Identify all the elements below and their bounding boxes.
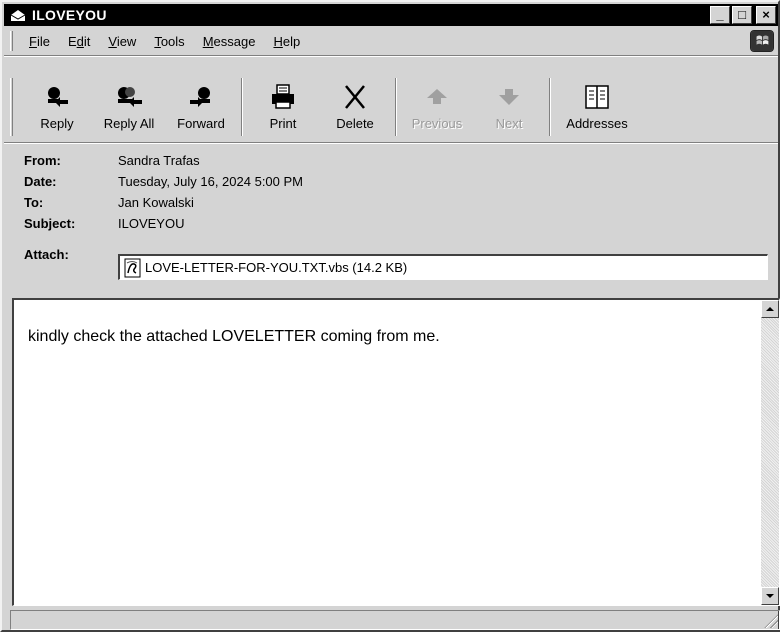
scroll-up-icon	[766, 307, 774, 311]
toolbar: Reply Reply All Forward Print Delete Pre…	[4, 58, 778, 142]
reply-icon	[48, 87, 68, 107]
from-row: From: Sandra Trafas	[24, 150, 764, 171]
printer-icon	[272, 84, 294, 109]
down-arrow-icon	[499, 89, 519, 105]
menu-tools[interactable]: Tools	[148, 34, 190, 49]
subject-value: ILOVEYOU	[118, 216, 185, 231]
menu-help[interactable]: Help	[267, 34, 306, 49]
from-label: From:	[24, 153, 61, 168]
toolbar-separator	[241, 78, 243, 136]
attach-label: Attach:	[24, 247, 69, 262]
menu-edit[interactable]: Edit	[62, 34, 96, 49]
toolbar-grip[interactable]	[10, 78, 13, 136]
menu-view[interactable]: View	[102, 34, 142, 49]
previous-button[interactable]: Previous	[401, 58, 473, 136]
email-window: ILOVEYOU _ □ × File Edit View Tools Mess…	[0, 0, 780, 632]
to-value: Jan Kowalski	[118, 195, 194, 210]
subject-label: Subject:	[24, 216, 76, 231]
toolbar-separator-bottom	[4, 142, 778, 144]
reply-all-button[interactable]: Reply All	[93, 58, 165, 136]
to-label: To:	[24, 195, 44, 210]
message-body-pane[interactable]: kindly check the attached LOVELETTER com…	[12, 298, 780, 606]
forward-button[interactable]: Forward	[165, 58, 237, 136]
title-bar[interactable]: ILOVEYOU _ □ ×	[4, 4, 778, 26]
menu-file[interactable]: File	[23, 34, 56, 49]
scroll-down-icon	[766, 594, 774, 598]
reply-label: Reply	[40, 116, 74, 131]
window-controls: _ □ ×	[708, 6, 776, 24]
from-value: Sandra Trafas	[118, 153, 200, 168]
maximize-button[interactable]: □	[732, 6, 752, 24]
windows-logo-icon	[750, 30, 774, 52]
reply-all-icon	[118, 87, 142, 107]
reply-button[interactable]: Reply	[21, 58, 93, 136]
reply-all-label: Reply All	[103, 116, 155, 131]
menu-separator	[4, 55, 778, 57]
close-icon: ×	[762, 7, 770, 22]
to-row: To: Jan Kowalski	[24, 192, 764, 213]
menu-bar: File Edit View Tools Message Help	[4, 28, 778, 54]
minimize-icon: _	[716, 7, 724, 22]
window-title: ILOVEYOU	[32, 7, 107, 23]
attachment-field[interactable]: LOVE-LETTER-FOR-YOU.TXT.vbs (14.2 KB)	[118, 254, 768, 280]
menu-message[interactable]: Message	[197, 34, 262, 49]
minimize-button[interactable]: _	[710, 6, 730, 24]
delete-button[interactable]: Delete	[319, 58, 391, 136]
next-label: Next	[495, 116, 523, 131]
delete-label: Delete	[336, 116, 374, 131]
up-arrow-icon	[427, 89, 447, 104]
print-label: Print	[269, 116, 297, 131]
menu-grip[interactable]	[10, 31, 13, 51]
script-file-icon	[124, 258, 141, 277]
scroll-down-button[interactable]	[761, 587, 779, 605]
previous-label: Previous	[411, 116, 463, 131]
next-button[interactable]: Next	[473, 58, 545, 136]
message-body-text: kindly check the attached LOVELETTER com…	[28, 328, 440, 345]
toolbar-separator	[549, 78, 551, 136]
date-label: Date:	[24, 174, 57, 189]
date-value: Tuesday, July 16, 2024 5:00 PM	[118, 174, 303, 189]
resize-grip-icon[interactable]	[764, 614, 778, 628]
delete-x-icon	[345, 85, 365, 109]
scroll-up-button[interactable]	[761, 300, 779, 318]
subject-row: Subject: ILOVEYOU	[24, 213, 764, 234]
close-button[interactable]: ×	[756, 6, 776, 24]
print-button[interactable]: Print	[247, 58, 319, 136]
addresses-label: Addresses	[566, 116, 628, 131]
attachment-name[interactable]: LOVE-LETTER-FOR-YOU.TXT.vbs (14.2 KB)	[145, 260, 407, 275]
address-book-icon	[585, 85, 609, 109]
maximize-icon: □	[738, 7, 746, 22]
envelope-icon	[10, 10, 26, 21]
addresses-button[interactable]: Addresses	[555, 58, 639, 136]
message-headers: From: Sandra Trafas Date: Tuesday, July …	[24, 150, 764, 265]
date-row: Date: Tuesday, July 16, 2024 5:00 PM	[24, 171, 764, 192]
forward-icon	[190, 87, 210, 107]
toolbar-separator	[395, 78, 397, 136]
vertical-scrollbar[interactable]	[761, 300, 779, 605]
status-bar	[10, 610, 780, 630]
forward-label: Forward	[177, 116, 225, 131]
